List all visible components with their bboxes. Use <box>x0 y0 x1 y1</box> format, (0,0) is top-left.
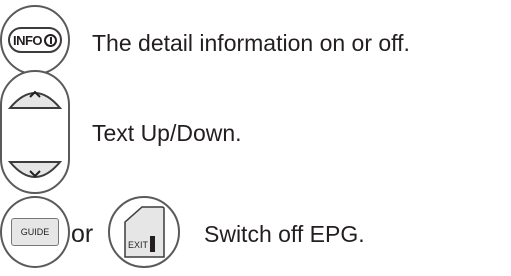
info-circle-icon <box>44 33 58 47</box>
updown-description: Text Up/Down. <box>92 120 242 146</box>
or-connector: or <box>71 220 94 248</box>
exit-door-icon <box>150 236 155 252</box>
chevron-up-icon <box>29 90 41 98</box>
down-button[interactable] <box>7 159 63 187</box>
info-button[interactable]: INFO <box>8 27 62 53</box>
exit-button[interactable]: EXIT <box>122 204 166 260</box>
guide-button[interactable]: GUIDE <box>11 218 59 246</box>
guide-description: Switch off EPG. <box>204 221 365 247</box>
exit-button-label: EXIT <box>128 240 149 250</box>
exit-button-shape <box>124 206 165 258</box>
info-button-label: INFO <box>12 32 43 48</box>
info-description: The detail information on or off. <box>92 30 410 56</box>
up-button[interactable] <box>7 83 63 111</box>
guide-button-label: GUIDE <box>20 227 50 237</box>
chevron-down-icon <box>29 170 41 178</box>
